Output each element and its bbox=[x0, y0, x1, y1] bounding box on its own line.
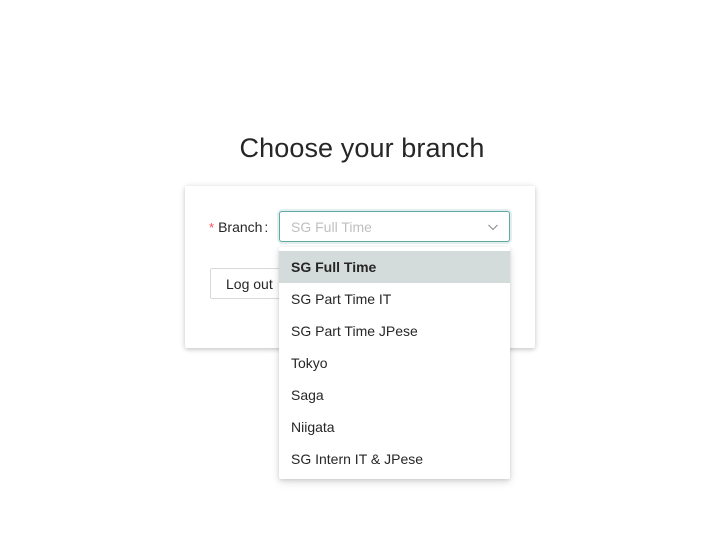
dropdown-option-sg-part-time-it[interactable]: SG Part Time IT bbox=[279, 283, 510, 315]
page-title: Choose your branch bbox=[239, 133, 485, 163]
dropdown-option-sg-part-time-jpese[interactable]: SG Part Time JPese bbox=[279, 315, 510, 347]
required-mark: * bbox=[209, 220, 215, 235]
branch-select-placeholder: SG Full Time bbox=[291, 219, 372, 235]
dropdown-option-sg-full-time[interactable]: SG Full Time bbox=[279, 251, 510, 283]
dropdown-option-sg-intern-it-jpese[interactable]: SG Intern IT & JPese bbox=[279, 443, 510, 475]
branch-select[interactable]: SG Full Time bbox=[279, 211, 510, 242]
branch-label-text: Branch bbox=[218, 219, 263, 235]
dropdown-option-tokyo[interactable]: Tokyo bbox=[279, 347, 510, 379]
dropdown-option-saga[interactable]: Saga bbox=[279, 379, 510, 411]
dropdown-option-niigata[interactable]: Niigata bbox=[279, 411, 510, 443]
chevron-down-icon bbox=[488, 224, 498, 231]
branch-dropdown-menu: SG Full Time SG Part Time IT SG Part Tim… bbox=[279, 247, 510, 479]
branch-label: * Branch: bbox=[209, 219, 268, 236]
branch-label-colon: : bbox=[264, 219, 269, 235]
branch-selection-page: Choose your branch * Branch: SG Full Time… bbox=[0, 0, 724, 545]
